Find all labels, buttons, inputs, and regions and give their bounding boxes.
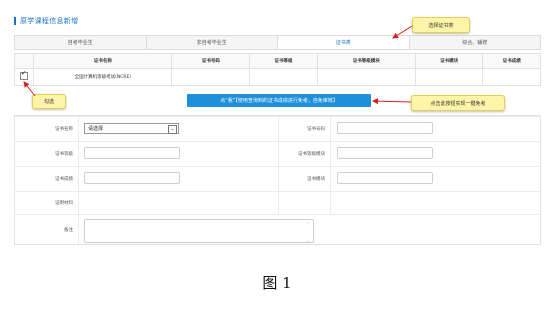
cert-score-input[interactable] [84, 172, 180, 184]
cert-name-select-value: 请选择 [88, 126, 104, 132]
cert-score-label: 证书成绩 [55, 177, 73, 182]
cert-module-input[interactable] [337, 172, 433, 184]
arrow-to-cert-tab [392, 25, 413, 39]
textarea-scrollbar[interactable]: ⌃ ⌄ [306, 221, 312, 243]
form-row-cert-name: 证书名称 请选择 ⌄ 证书号码 [15, 116, 540, 142]
cert-name-label: 证书名称 [55, 127, 73, 132]
certificate-form: 证书名称 请选择 ⌄ 证书号码 证书等级 证书等级模块 证书成绩 证书模块 证明… [14, 115, 541, 247]
form-row-cert-score: 证书成绩 证书模块 [15, 166, 540, 192]
cert-material-label: 证明材料 [55, 201, 73, 206]
scroll-down-icon[interactable]: ⌄ [306, 238, 312, 243]
figure-caption: 图 1 [262, 274, 292, 292]
chevron-down-icon: ⌄ [168, 125, 177, 134]
cert-level-input[interactable] [84, 147, 180, 159]
form-row-cert-material: 证明材料 [15, 191, 540, 215]
remark-textarea[interactable]: ⌃ ⌄ [84, 219, 314, 243]
form-row-cert-level: 证书等级 证书等级模块 [15, 141, 540, 167]
cert-name-select[interactable]: 请选择 ⌄ [84, 123, 179, 134]
cert-level-module-label: 证书等级模块 [298, 152, 325, 157]
arrow-to-checkbox [23, 81, 36, 97]
cert-no-label: 证书号码 [307, 127, 325, 132]
cert-no-input[interactable] [337, 122, 433, 134]
cert-module-label: 证书模块 [307, 177, 325, 182]
arrow-to-banner [372, 98, 412, 105]
cert-level-module-input[interactable] [337, 147, 433, 159]
remark-label: 备注 [64, 228, 73, 233]
scroll-up-icon[interactable]: ⌃ [306, 221, 312, 226]
cert-level-label: 证书等级 [55, 152, 73, 157]
form-row-remark: 备注 ⌃ ⌄ [15, 214, 540, 247]
